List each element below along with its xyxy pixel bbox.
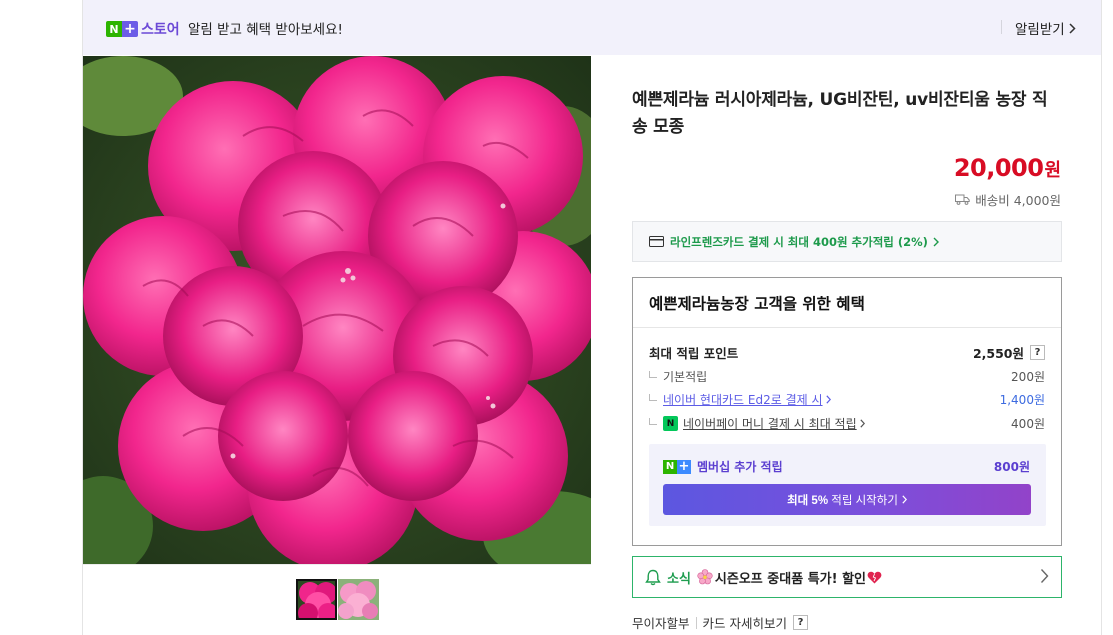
hyundai-card-points-row: 네이버 현대카드 Ed2로 결제 시 1,400원 (649, 391, 1045, 408)
naverpay-money-link[interactable]: 네이버페이 머니 결제 시 최대 적립 (683, 415, 857, 432)
tree-connector (649, 370, 657, 378)
subscribe-alert-link[interactable]: 알림받기 (1015, 18, 1076, 38)
membership-value: 800원 (993, 460, 1030, 474)
news-text-wrapper: 시즌오프 중대품 특가! 할인 (697, 568, 882, 587)
chevron-right-icon (933, 237, 939, 246)
chevron-right-icon (1040, 569, 1049, 583)
divider (633, 327, 1061, 328)
hyundai-card-points-value: 1,400원 (999, 393, 1045, 407)
naverpay-money-points-row: N 네이버페이 머니 결제 시 최대 적립 400원 (649, 415, 1045, 432)
max-points-value: 2,550원 (972, 346, 1024, 361)
thumbnail-2[interactable] (338, 579, 379, 620)
thumbnail-1[interactable] (296, 579, 337, 620)
naver-n-icon: N (106, 21, 122, 37)
start-earning-button[interactable]: 최대 5% 적립 시작하기 (663, 484, 1031, 515)
notice-message: 알림 받고 혜택 받아보세요! (188, 22, 343, 38)
naver-n-icon: N (663, 459, 677, 474)
membership-row: N + 멤버십 추가 적립 800원 (663, 458, 1030, 475)
chevron-right-icon (1069, 22, 1076, 34)
naver-plus-membership-icon: N + (663, 459, 691, 474)
price-unit: 원 (1044, 160, 1061, 181)
basic-points-label: 기본적립 (663, 370, 708, 384)
naver-plus-store-logo[interactable]: N + 스토어 (106, 19, 180, 39)
divider (695, 616, 697, 629)
news-label: 소식 (667, 571, 691, 587)
shipping-fee-text: 배송비 4,000원 (975, 193, 1061, 208)
membership-section: N + 멤버십 추가 적립 800원 최대 5% 적립 시작하기 (649, 444, 1046, 526)
product-page: N + 스토어 알림 받고 혜택 받아보세요! 알림받기 예쁜제라늄 러시아제라… (0, 0, 1113, 635)
subscribe-alert-label: 알림받기 (1015, 22, 1065, 38)
product-main-image[interactable] (83, 56, 591, 564)
store-news-banner[interactable]: 소식 시즌오프 중대품 특가! 할인 (632, 556, 1062, 598)
image-divider (83, 564, 591, 565)
naverpay-icon: N (663, 416, 678, 431)
tree-connector (649, 417, 657, 425)
installment-info: 무이자할부 카드 자세히보기 ? (632, 613, 808, 632)
card-promotion-text: 라인프렌즈카드 결제 시 최대 400원 추가적립 (2%) (670, 234, 928, 249)
help-icon[interactable]: ? (1030, 345, 1045, 360)
start-earning-bold: 최대 5% (787, 494, 829, 507)
shipping-fee: 배송비 4,000원 (955, 190, 1061, 209)
basic-points-row: 기본적립 200원 (649, 368, 1045, 385)
tree-connector (649, 393, 657, 401)
start-earning-label: 적립 시작하기 (828, 494, 898, 507)
product-price: 20,000 원 (954, 154, 1061, 182)
chevron-right-icon (825, 395, 831, 404)
card-promotion-banner[interactable]: 라인프렌즈카드 결제 시 최대 400원 추가적립 (2%) (632, 221, 1062, 262)
plus-icon: + (122, 21, 138, 37)
cherry-blossom-icon (697, 569, 713, 585)
max-points-row: 최대 적립 포인트 2,550원 ? (649, 343, 1045, 362)
credit-card-icon (649, 236, 664, 247)
hyundai-card-link[interactable]: 네이버 현대카드 Ed2로 결제 시 (663, 391, 823, 408)
chevron-right-icon (859, 419, 865, 428)
heart-icon (867, 571, 882, 583)
truck-icon (955, 194, 970, 205)
right-border (1101, 0, 1102, 635)
customer-benefits-panel: 예쁜제라늄농장 고객을 위한 혜택 최대 적립 포인트 2,550원 ? 기본적… (632, 277, 1062, 546)
plus-icon: + (677, 459, 691, 474)
product-title: 예쁜제라늄 러시아제라늄, UG비잔틴, uv비잔티움 농장 직송 모종 (632, 90, 1048, 137)
basic-points-value: 200원 (1011, 370, 1045, 384)
bell-icon (645, 569, 661, 585)
store-label: 스토어 (141, 22, 180, 38)
news-text: 시즌오프 중대품 특가! 할인 (714, 571, 866, 587)
membership-label: 멤버십 추가 적립 (697, 460, 783, 474)
card-details-link[interactable]: 카드 자세히보기 (703, 613, 787, 632)
max-points-label: 최대 적립 포인트 (649, 346, 739, 361)
interest-free-label: 무이자할부 (632, 616, 690, 631)
chevron-right-icon (902, 495, 907, 504)
naverpay-money-points-value: 400원 (1011, 417, 1045, 431)
divider (1001, 20, 1002, 34)
help-icon[interactable]: ? (793, 615, 808, 630)
price-value: 20,000 (953, 154, 1044, 182)
benefits-title: 예쁜제라늄농장 고객을 위한 혜택 (649, 295, 865, 313)
notification-bar: N + 스토어 알림 받고 혜택 받아보세요! 알림받기 (83, 0, 1101, 55)
